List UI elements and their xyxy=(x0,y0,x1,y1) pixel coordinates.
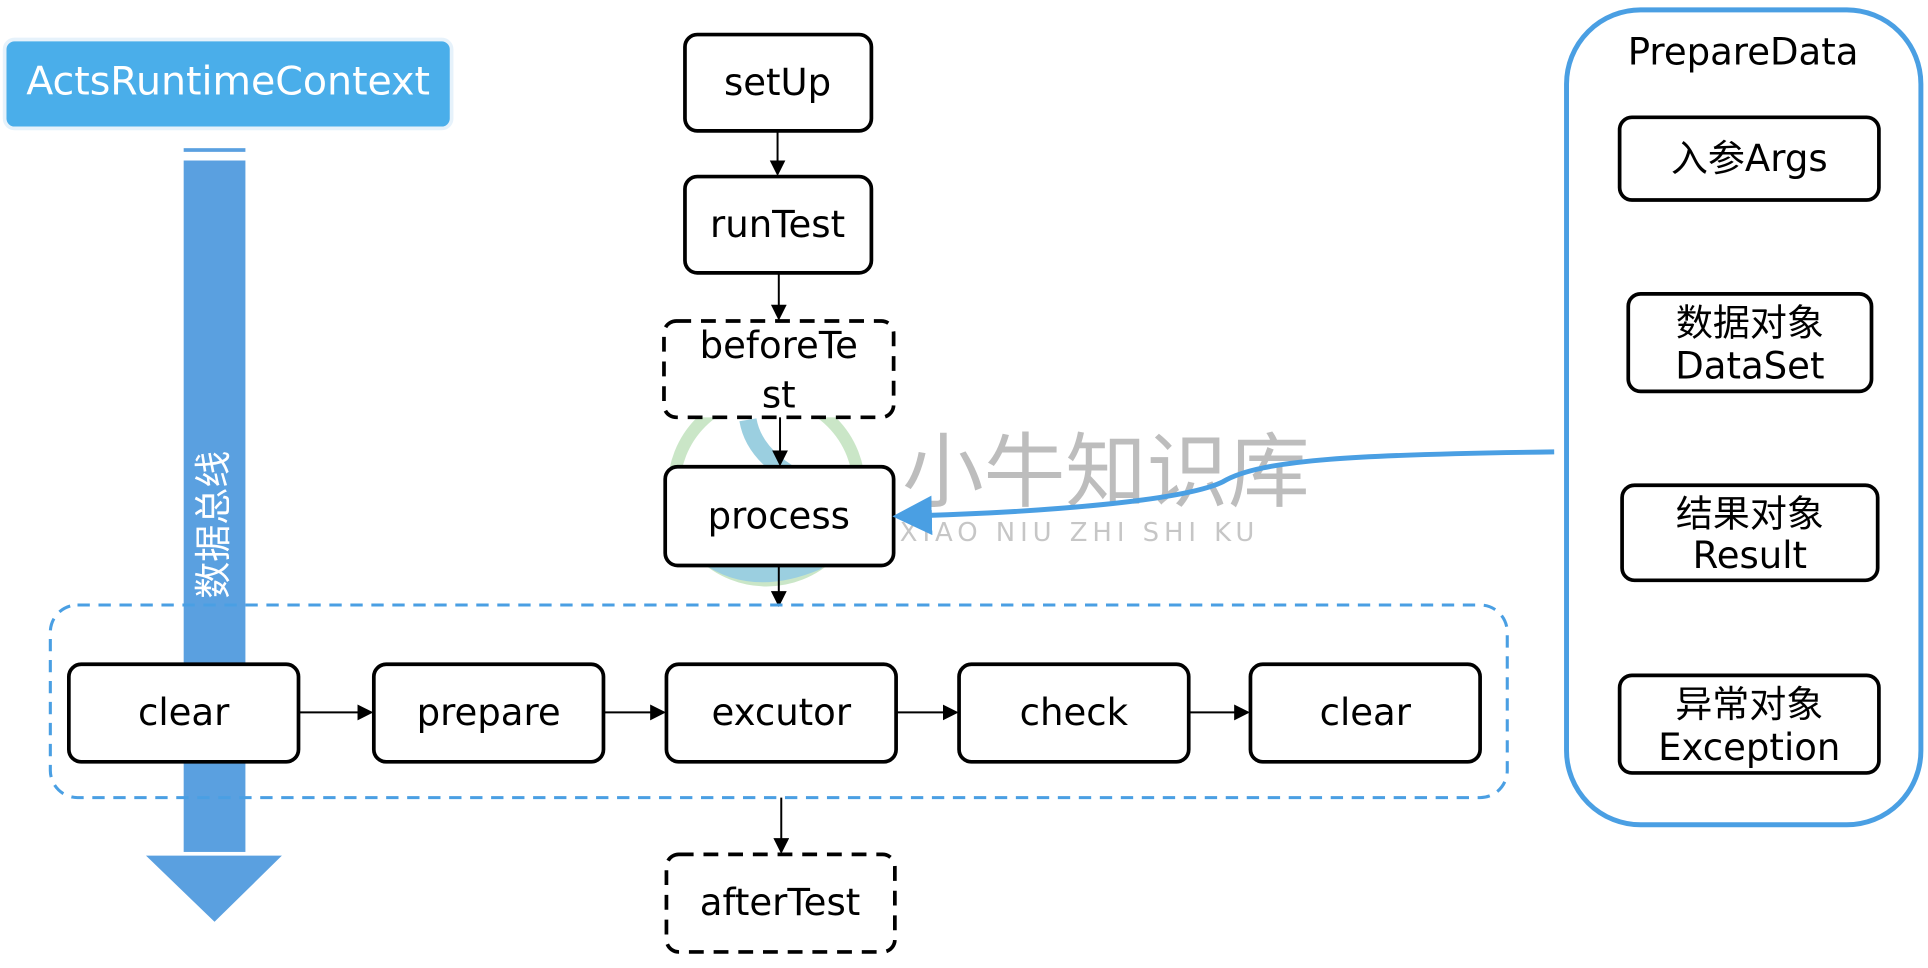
process-node: process xyxy=(663,464,896,568)
data-bus-arrow: 数据总线 xyxy=(139,148,288,926)
step-prepare-node: prepare xyxy=(371,662,606,764)
before-test-node: beforeTe st xyxy=(662,319,896,420)
run-test-label: runTest xyxy=(710,203,845,246)
diagram: 小牛知识库 XIAO NIU ZHI SHI KU 数据总线 ActsRunti… xyxy=(2,7,1924,954)
item-label-en: DataSet xyxy=(1675,345,1824,388)
step-label: check xyxy=(1020,691,1129,734)
item-label-en: Result xyxy=(1693,534,1807,577)
step-check-node: check xyxy=(957,662,1191,764)
watermark-pinyin: XIAO NIU ZHI SHI KU xyxy=(900,518,1260,548)
before-test-label-1: beforeTe xyxy=(700,324,858,367)
item-label-cn: 异常对象 xyxy=(1675,683,1823,726)
setup-label: setUp xyxy=(724,61,831,104)
item-label-cn: 结果对象 xyxy=(1676,492,1824,535)
step-label: clear xyxy=(138,691,230,734)
step-label: clear xyxy=(1320,691,1412,734)
step-clear-node: clear xyxy=(1248,662,1482,764)
data-bus-label: 数据总线 xyxy=(192,451,235,599)
step-clear-node: clear xyxy=(66,662,301,764)
process-label: process xyxy=(708,495,850,538)
after-test-node: afterTest xyxy=(664,852,897,954)
item-label: 入参Args xyxy=(1671,137,1828,180)
before-test-label-2: st xyxy=(762,374,796,417)
step-excutor-node: excutor xyxy=(664,662,898,764)
item-label-en: Exception xyxy=(1658,726,1840,769)
prepare-data-item: 结果对象Result xyxy=(1620,483,1880,583)
step-label: prepare xyxy=(417,691,561,734)
setup-node: setUp xyxy=(683,32,874,133)
context-label: ActsRuntimeContext xyxy=(26,58,430,104)
step-label: excutor xyxy=(711,691,851,734)
after-test-label: afterTest xyxy=(700,881,861,924)
prepare-data-item: 异常对象Exception xyxy=(1617,673,1881,775)
acts-runtime-context: ActsRuntimeContext xyxy=(2,37,454,131)
prepare-data-item: 数据对象DataSet xyxy=(1626,292,1874,394)
prepare-data-item: 入参Args xyxy=(1617,115,1881,202)
item-label-cn: 数据对象 xyxy=(1676,302,1824,345)
prepare-data-title: PrepareData xyxy=(1628,30,1859,73)
run-test-node: runTest xyxy=(683,174,874,275)
